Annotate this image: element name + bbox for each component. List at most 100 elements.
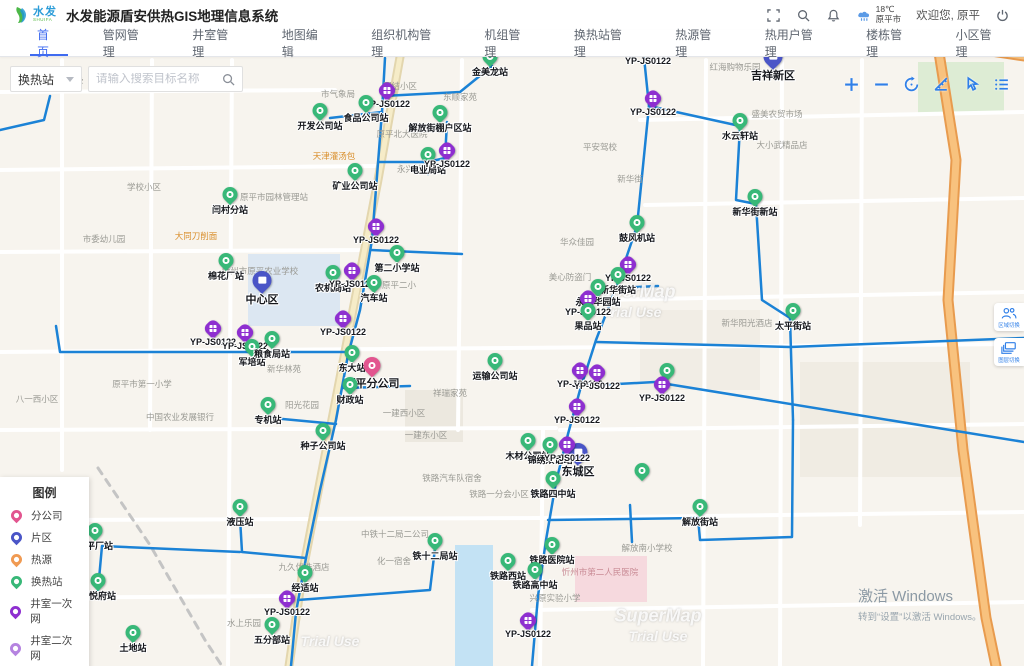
- nav-tab-楼栋管理[interactable]: 楼栋管理: [845, 30, 934, 56]
- map-marker-station[interactable]: [261, 397, 276, 412]
- map-marker-station[interactable]: [348, 163, 363, 178]
- map-place-label: 新华街: [617, 173, 643, 185]
- map-marker-station[interactable]: [91, 573, 106, 588]
- zoom-in-button[interactable]: [841, 74, 862, 95]
- map-marker-station[interactable]: [343, 377, 358, 392]
- nav-tab-首页[interactable]: 首页: [16, 30, 82, 56]
- map-place-label: 阳光花园: [285, 399, 319, 411]
- map-marker-station[interactable]: [313, 103, 328, 118]
- map-toolbar: [841, 74, 1012, 95]
- map-marker-station[interactable]: [546, 471, 561, 486]
- map-marker-station[interactable]: [326, 265, 341, 280]
- legend-pin-icon: [9, 510, 23, 521]
- legend-item-片区: 片区: [9, 530, 80, 545]
- nav-tab-组织机构管理[interactable]: 组织机构管理: [350, 30, 463, 56]
- nav-tab-热用户管理[interactable]: 热用户管理: [744, 30, 845, 56]
- area-switch-button[interactable]: 区域切换: [994, 303, 1024, 331]
- map-marker-station[interactable]: [693, 499, 708, 514]
- map-marker-well1[interactable]: [560, 437, 575, 452]
- map-marker-well1[interactable]: [570, 399, 585, 414]
- map-place-label: 盛美农贸市场: [751, 108, 802, 120]
- map-place-label: 一建东小区: [405, 429, 448, 441]
- map-marker-station[interactable]: [630, 215, 645, 230]
- legend-item-井室二次网: 井室二次网: [9, 633, 80, 663]
- map-marker-label: 矿业公司站: [332, 179, 377, 192]
- map-marker-station[interactable]: [367, 275, 382, 290]
- map-marker-well1[interactable]: [655, 377, 670, 392]
- map-marker-station[interactable]: [581, 303, 596, 318]
- windows-watermark-line1: 激活 Windows: [858, 585, 982, 606]
- map-marker-station[interactable]: [345, 345, 360, 360]
- reset-view-button[interactable]: [901, 74, 922, 95]
- map-marker-station[interactable]: [635, 463, 650, 478]
- map-place-label: 新华林苑: [267, 363, 301, 375]
- map-marker-station[interactable]: [428, 533, 443, 548]
- map-marker-station[interactable]: [521, 433, 536, 448]
- map-marker-label: 经适站: [291, 581, 318, 594]
- map-marker-station[interactable]: [359, 95, 374, 110]
- map-marker-district[interactable]: [253, 271, 272, 290]
- map-marker-station[interactable]: [298, 565, 313, 580]
- nav-tab-小区管理[interactable]: 小区管理: [935, 30, 1024, 56]
- map-marker-well1[interactable]: [573, 363, 588, 378]
- nav-tab-机组管理[interactable]: 机组管理: [463, 30, 552, 56]
- map-marker-well1[interactable]: [345, 263, 360, 278]
- map-marker-well1[interactable]: [440, 143, 455, 158]
- nav-tab-换热站管理[interactable]: 换热站管理: [553, 30, 654, 56]
- map-marker-station[interactable]: [265, 617, 280, 632]
- search-input[interactable]: [96, 73, 222, 85]
- map-marker-station[interactable]: [786, 303, 801, 318]
- map-marker-station[interactable]: [545, 537, 560, 552]
- map-marker-well1[interactable]: [646, 91, 661, 106]
- map-marker-station[interactable]: [433, 105, 448, 120]
- map-marker-branch[interactable]: [364, 357, 381, 374]
- shuifa-logo-icon: [14, 6, 28, 24]
- map-marker-well1[interactable]: [590, 365, 605, 380]
- map-marker-station[interactable]: [265, 331, 280, 346]
- map-canvas[interactable]: 激活 Windows 转到“设置”以激活 Windows。 原平实验中学市气象局…: [0, 0, 1024, 666]
- map-marker-label: 种子公司站: [300, 439, 345, 452]
- map-marker-station[interactable]: [748, 189, 763, 204]
- map-marker-station[interactable]: [88, 523, 103, 538]
- map-marker-station[interactable]: [528, 562, 543, 577]
- map-marker-station[interactable]: [316, 423, 331, 438]
- search-category-select[interactable]: 换热站: [10, 66, 82, 92]
- map-marker-station[interactable]: [223, 187, 238, 202]
- map-marker-label: 开发公司站: [297, 119, 342, 132]
- map-marker-label: 食品公司站: [343, 111, 388, 124]
- map-marker-station[interactable]: [501, 553, 516, 568]
- nav-tab-热源管理[interactable]: 热源管理: [654, 30, 743, 56]
- map-marker-well1[interactable]: [369, 219, 384, 234]
- map-legend: 图例 分公司片区热源换热站井室一次网井室二次网一次网二次网大楼: [0, 477, 89, 666]
- nav-tab-管网管理[interactable]: 管网管理: [82, 30, 171, 56]
- select-button[interactable]: [961, 74, 982, 95]
- layer-switch-button[interactable]: 图层切换: [994, 338, 1024, 366]
- map-marker-station[interactable]: [126, 625, 141, 640]
- map-marker-well1[interactable]: [380, 83, 395, 98]
- layer-list-button[interactable]: [991, 74, 1012, 95]
- map-marker-well1[interactable]: [521, 613, 536, 628]
- map-marker-label: 闫村分站: [212, 203, 248, 216]
- map-marker-station[interactable]: [611, 267, 626, 282]
- search-icon[interactable]: [796, 8, 811, 23]
- nav-tab-井室管理[interactable]: 井室管理: [171, 30, 260, 56]
- zoom-out-button[interactable]: [871, 74, 892, 95]
- map-marker-station[interactable]: [733, 113, 748, 128]
- logout-power-icon[interactable]: [995, 8, 1010, 23]
- logo-en: SHUIFA: [33, 18, 57, 23]
- map-marker-station[interactable]: [219, 253, 234, 268]
- map-marker-well1[interactable]: [280, 591, 295, 606]
- map-marker-station[interactable]: [233, 499, 248, 514]
- legend-item-换热站: 换热站: [9, 574, 80, 589]
- nav-tab-地图编辑[interactable]: 地图编辑: [261, 30, 350, 56]
- legend-item-label: 热源: [31, 552, 52, 567]
- map-marker-station[interactable]: [390, 245, 405, 260]
- map-marker-well1[interactable]: [206, 321, 221, 336]
- notification-bell-icon[interactable]: [826, 8, 841, 23]
- measure-button[interactable]: [931, 74, 952, 95]
- map-marker-station[interactable]: [543, 437, 558, 452]
- fullscreen-icon[interactable]: [766, 8, 781, 23]
- search-submit-icon[interactable]: [222, 73, 235, 86]
- map-marker-well1[interactable]: [336, 311, 351, 326]
- map-marker-station[interactable]: [488, 353, 503, 368]
